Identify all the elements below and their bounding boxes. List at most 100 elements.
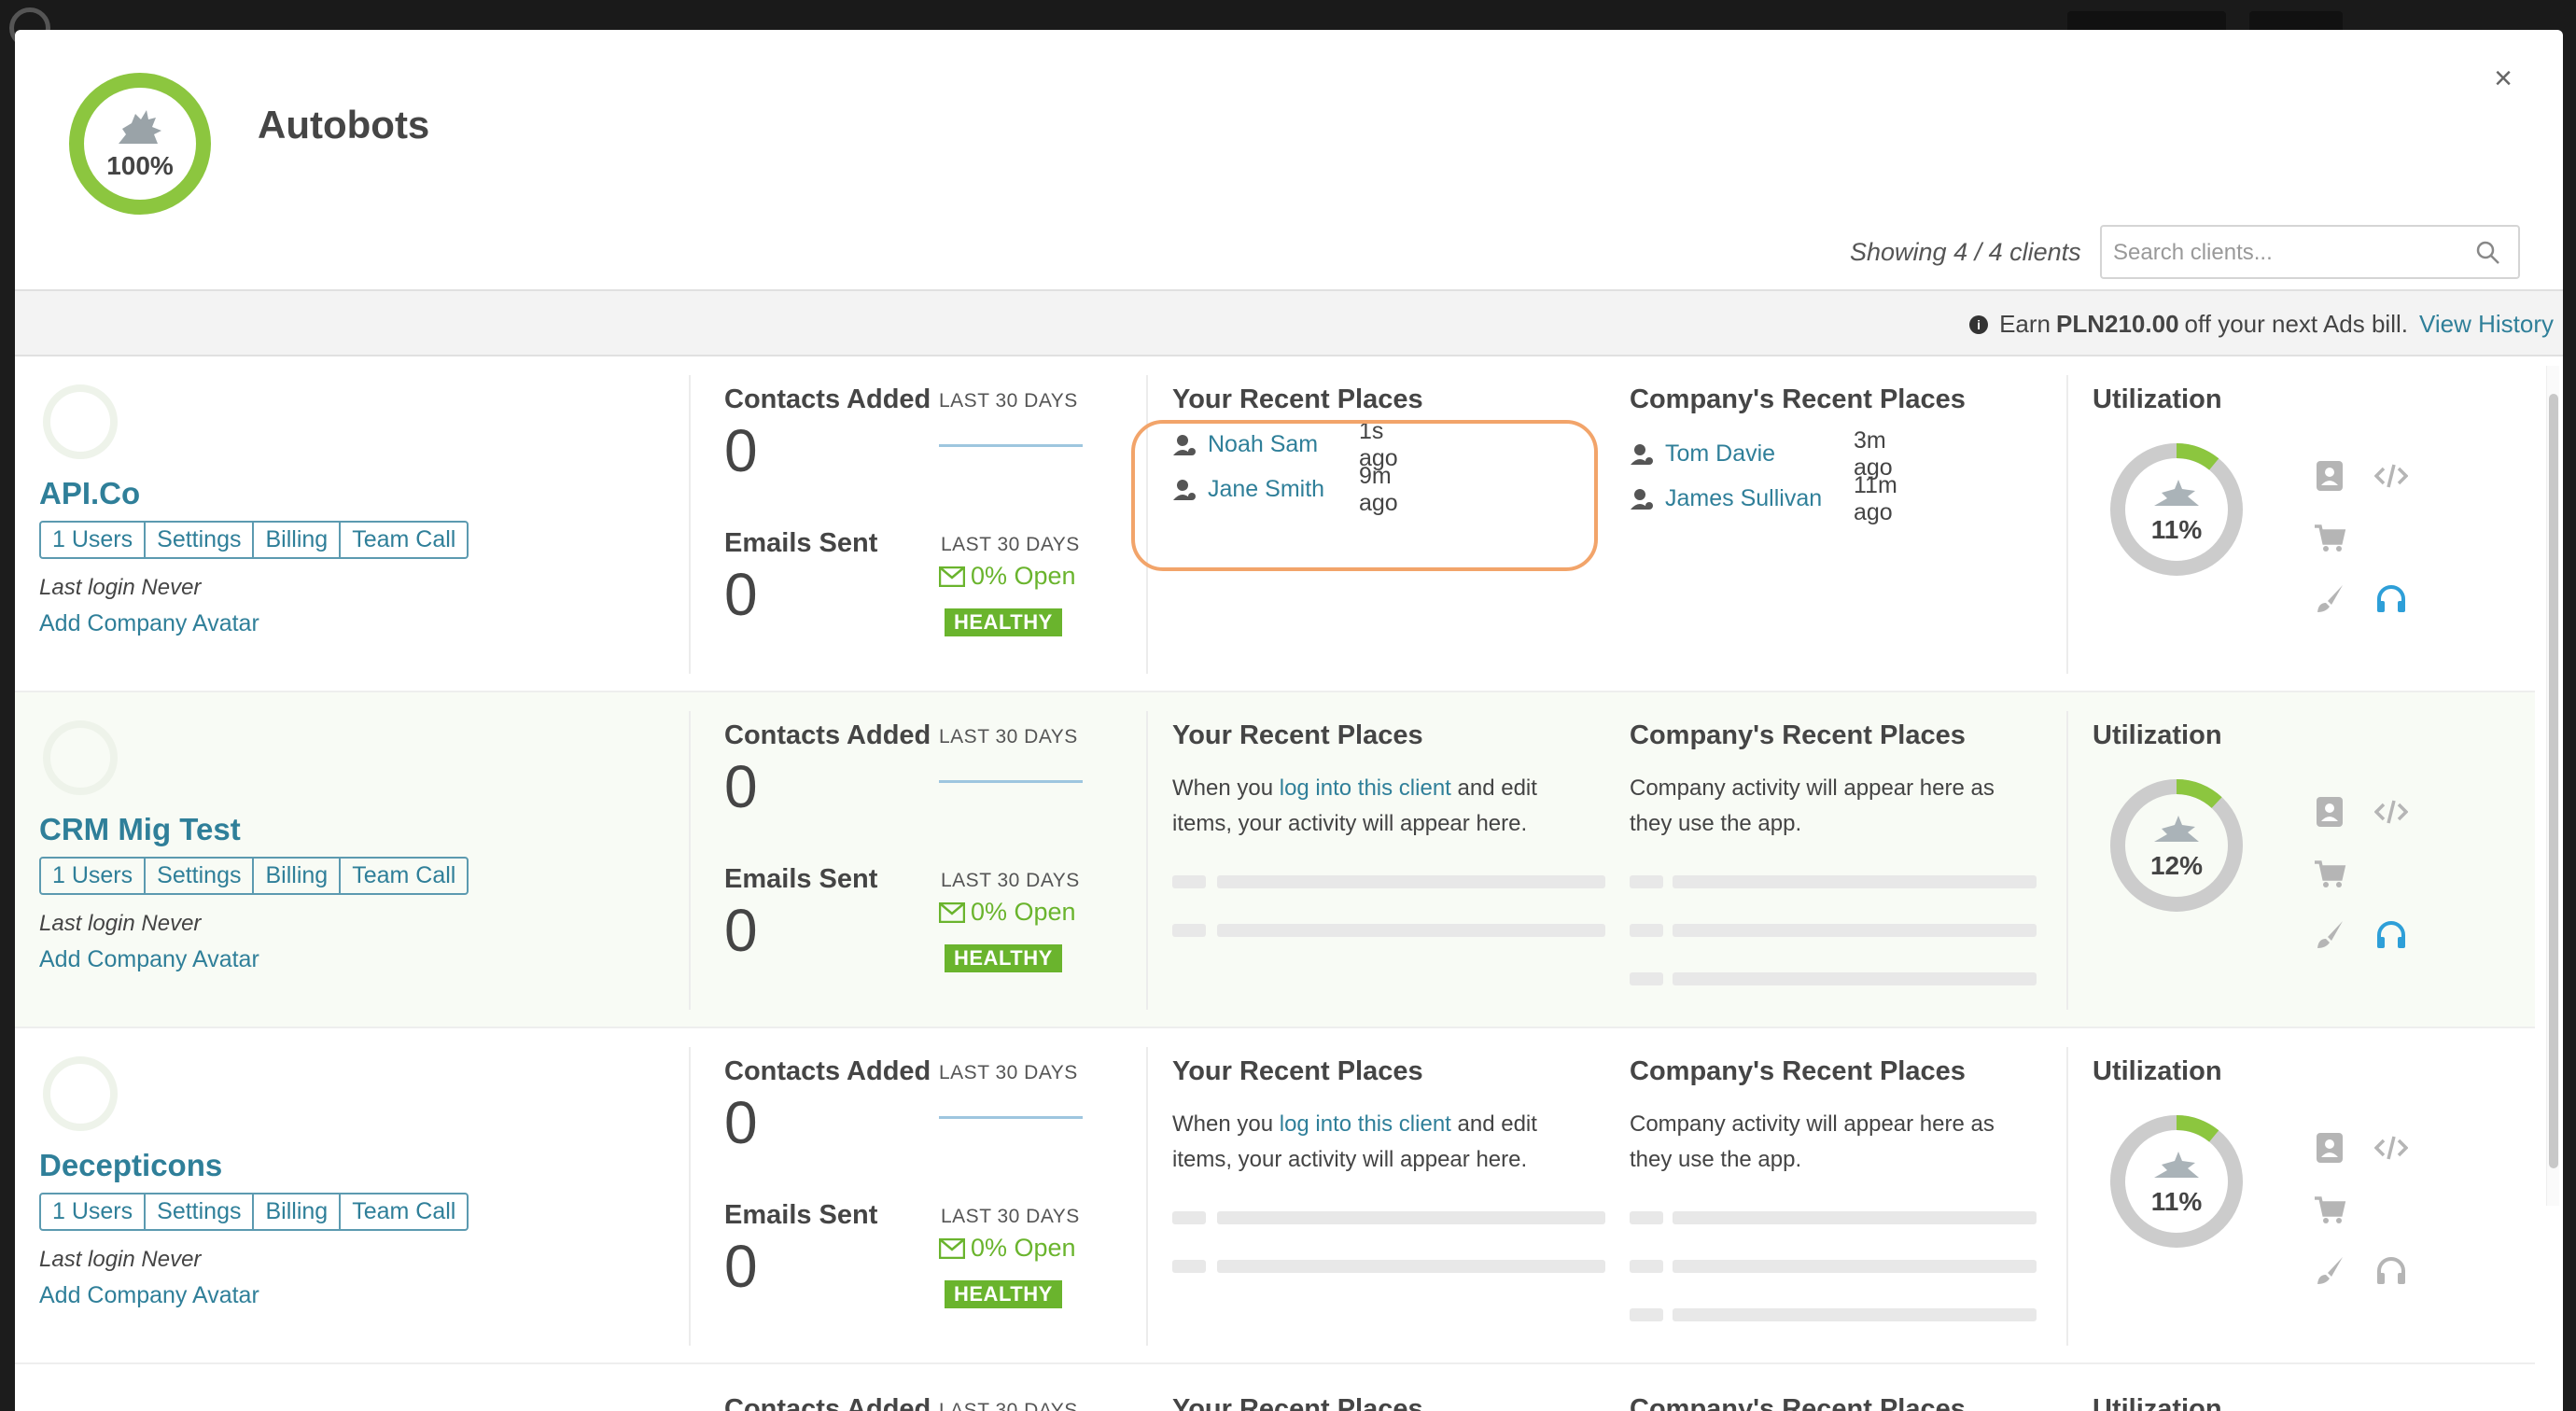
utilization-heading: Utilization [2093,720,2222,750]
column-divider [1146,711,1148,1010]
users-button[interactable]: 1 Users [41,1194,147,1229]
client-row-partial: Contacts Added LAST 30 DAYS Your Recent … [15,1364,2535,1411]
recent-place-user[interactable]: Noah Sam [1208,431,1318,458]
search-input[interactable] [2113,236,2458,270]
users-button[interactable]: 1 Users [41,523,147,557]
settings-button[interactable]: Settings [146,1194,255,1229]
paintbrush-icon[interactable] [2311,580,2348,618]
client-count: Showing 4 / 4 clients [1850,238,2081,266]
skeleton-line [1673,875,2037,888]
info-icon: i [1969,314,1989,334]
headset-icon[interactable] [2373,1252,2410,1290]
close-icon[interactable]: × [2486,61,2520,96]
settings-button[interactable]: Settings [146,859,255,893]
code-icon[interactable] [2373,793,2410,831]
skeleton-line [1217,875,1605,888]
cart-icon[interactable] [2311,519,2348,556]
contacts-added-label: Contacts Added [724,384,931,414]
open-rate: 0% Open [939,1234,1076,1263]
team-call-button[interactable]: Team Call [341,523,467,557]
billing-button[interactable]: Billing [254,1194,342,1229]
headset-icon[interactable] [2373,580,2410,618]
view-history-link[interactable]: View History [2419,310,2554,339]
open-rate-value: 0% Open [971,898,1076,926]
client-name[interactable]: CRM Mig Test [39,812,241,847]
recent-place-item: Noah Sam 1s ago [1172,418,1398,471]
paintbrush-icon[interactable] [2311,916,2348,954]
cart-icon[interactable] [2311,855,2348,892]
your-places-empty-text: When you log into this client and edit i… [1172,775,1537,836]
skeleton-line [1673,972,2037,985]
paintbrush-icon[interactable] [2311,1252,2348,1290]
add-company-avatar-link[interactable]: Add Company Avatar [39,946,259,973]
open-rate: 0% Open [939,898,1076,927]
search-clients-field[interactable] [2100,225,2520,279]
team-call-button[interactable]: Team Call [341,1194,467,1229]
skeleton-line [1630,1211,1663,1224]
column-divider [689,711,691,1010]
contacts-added-label: Contacts Added [724,720,931,750]
company-place-user[interactable]: Tom Davie [1665,440,1775,468]
user-icon [1173,434,1196,455]
client-action-buttons: 1 Users Settings Billing Team Call [39,857,469,895]
utilization-heading: Utilization [2093,384,2222,414]
scrollbar-thumb[interactable] [2549,394,2558,1168]
contact-card-icon[interactable] [2311,793,2348,831]
ads-credit-banner: i Earn PLN210.00 off your next Ads bill.… [15,289,2563,356]
column-divider [2066,711,2068,1010]
company-places-empty-text: Company activity will appear here as the… [1630,775,1995,836]
emails-sent-label: Emails Sent [724,1200,878,1230]
add-company-avatar-link[interactable]: Add Company Avatar [39,610,259,637]
billing-button[interactable]: Billing [254,523,342,557]
open-rate: 0% Open [939,562,1076,591]
contacts-period-label: LAST 30 DAYS [939,1400,1078,1411]
add-company-avatar-link[interactable]: Add Company Avatar [39,1282,259,1309]
contacts-sparkline [939,780,1083,783]
column-divider [2066,1047,2068,1346]
skeleton-line [1172,1260,1206,1273]
company-place-time: 11m ago [1854,471,1897,525]
code-icon[interactable] [2373,1129,2410,1167]
contacts-added-label: Contacts Added [724,1394,931,1411]
client-name[interactable]: API.Co [39,476,140,511]
user-icon [1173,479,1196,500]
your-recent-places-heading: Your Recent Places [1172,1394,1423,1411]
settings-button[interactable]: Settings [146,523,255,557]
headset-icon[interactable] [2373,916,2410,954]
billing-button[interactable]: Billing [254,859,342,893]
grasshopper-icon [2154,816,2199,842]
users-button[interactable]: 1 Users [41,859,147,893]
contacts-added-value: 0 [724,753,758,820]
mail-icon [939,566,965,587]
code-icon[interactable] [2373,457,2410,495]
skeleton-line [1217,1211,1605,1224]
contact-card-icon[interactable] [2311,1129,2348,1167]
contacts-added-value: 0 [724,417,758,484]
company-recent-places-heading: Company's Recent Places [1630,384,1966,414]
contacts-sparkline [939,1116,1083,1119]
utilization-ring: 11% [2109,442,2244,577]
contact-card-icon[interactable] [2311,457,2348,495]
modal-header: 100% Autobots × Showing 4 / 4 clients [15,30,2563,289]
company-place-user[interactable]: James Sullivan [1665,485,1822,512]
clients-modal: 100% Autobots × Showing 4 / 4 clients i … [15,30,2563,1411]
emails-sent-value: 0 [724,1233,758,1300]
company-recent-places-heading: Company's Recent Places [1630,1394,1966,1411]
your-recent-places-heading: Your Recent Places [1172,1056,1423,1086]
emails-period-label: LAST 30 DAYS [941,870,1080,891]
client-list: API.Co 1 Users Settings Billing Team Cal… [15,356,2535,1411]
team-call-button[interactable]: Team Call [341,859,467,893]
search-icon[interactable] [2475,240,2501,266]
skeleton-line [1673,1308,2037,1321]
client-name[interactable]: Decepticons [39,1148,222,1183]
contacts-added-value: 0 [724,1089,758,1156]
overall-utilization-ring: 100% [69,73,211,215]
contacts-added-label: Contacts Added [724,1056,931,1086]
recent-place-user[interactable]: Jane Smith [1208,476,1324,503]
your-recent-places-heading: Your Recent Places [1172,384,1423,414]
scrollbar[interactable] [2546,366,2559,1206]
cart-icon[interactable] [2311,1191,2348,1228]
client-action-buttons: 1 Users Settings Billing Team Call [39,521,469,559]
log-into-client-link[interactable]: log into this client [1280,775,1451,801]
log-into-client-link[interactable]: log into this client [1280,1111,1451,1137]
